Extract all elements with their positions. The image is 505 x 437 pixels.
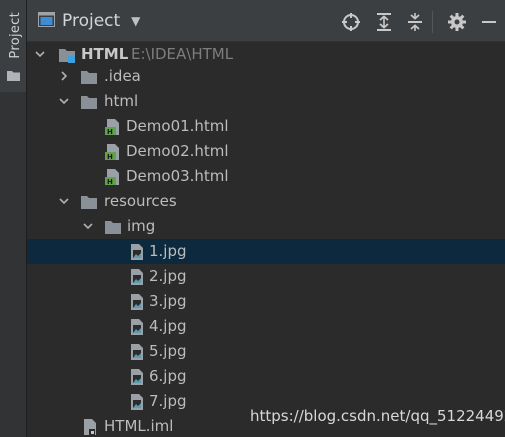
folder-icon — [104, 218, 122, 236]
project-tree: HTML E:\IDEA\HTML .idea html H Demo01.ht… — [27, 42, 505, 437]
expand-all-icon[interactable] — [373, 11, 395, 33]
tree-item-label: HTML.iml — [104, 417, 174, 435]
tree-item-img3[interactable]: 3.jpg — [27, 289, 505, 314]
tree-item-label: .idea — [104, 67, 141, 85]
tree-item-demo02[interactable]: H Demo02.html — [27, 139, 505, 164]
tree-item-html-folder[interactable]: html — [27, 89, 505, 114]
image-file-icon — [128, 343, 146, 361]
html-file-icon: H — [104, 118, 122, 136]
svg-text:H: H — [107, 128, 113, 136]
project-view-title: Project — [62, 11, 121, 31]
project-tool-window: Project Project ▼ HTML E:\IDEA\HTML .ide… — [0, 0, 505, 437]
tree-item-label: HTML — [81, 45, 129, 63]
tree-item-label: Demo02.html — [126, 142, 229, 160]
tree-item-img5[interactable]: 5.jpg — [27, 339, 505, 364]
collapse-all-icon[interactable] — [404, 11, 426, 33]
project-stripe-button[interactable]: Project — [0, 0, 27, 92]
tree-item-img6[interactable]: 6.jpg — [27, 364, 505, 389]
html-file-icon: H — [104, 143, 122, 161]
chevron-down-icon[interactable] — [81, 219, 95, 233]
tree-item-img2[interactable]: 2.jpg — [27, 264, 505, 289]
chevron-down-icon: ▼ — [131, 14, 141, 28]
tree-item-img4[interactable]: 4.jpg — [27, 314, 505, 339]
image-file-icon — [128, 293, 146, 311]
tree-item-label: 1.jpg — [149, 242, 187, 260]
toolbar-separator — [432, 11, 433, 33]
watermark-text: https://blog.csdn.net/qq_51224492 — [250, 407, 505, 425]
module-folder-icon — [58, 46, 76, 64]
project-stripe-label: Project — [8, 12, 23, 59]
tree-item-label: Demo01.html — [126, 117, 229, 135]
project-window-icon — [38, 11, 55, 31]
tree-item-label: 6.jpg — [149, 367, 187, 385]
image-file-icon — [128, 368, 146, 386]
image-file-icon — [128, 318, 146, 336]
iml-file-icon — [81, 418, 99, 436]
tree-item-label: 3.jpg — [149, 292, 187, 310]
html-file-icon: H — [104, 168, 122, 186]
folder-icon — [7, 66, 20, 85]
tree-item-path: E:\IDEA\HTML — [131, 45, 234, 63]
chevron-down-icon[interactable] — [57, 194, 71, 208]
tree-item-label: resources — [104, 192, 177, 210]
tree-item-label: Demo03.html — [126, 167, 229, 185]
tree-item-label: 4.jpg — [149, 317, 187, 335]
tree-item-label: 7.jpg — [149, 392, 187, 410]
tree-item-label: img — [127, 217, 156, 235]
tree-item-idea[interactable]: .idea — [27, 64, 505, 89]
image-file-icon — [128, 393, 146, 411]
tree-item-img1[interactable]: 1.jpg — [27, 239, 505, 264]
tree-item-label: 5.jpg — [149, 342, 187, 360]
tree-item-img-folder[interactable]: img — [27, 214, 505, 239]
folder-icon — [80, 68, 98, 86]
project-toolbar: Project ▼ — [27, 0, 505, 42]
tree-item-demo03[interactable]: H Demo03.html — [27, 164, 505, 189]
settings-gear-icon[interactable] — [446, 11, 468, 33]
locate-icon[interactable] — [340, 11, 362, 33]
svg-text:H: H — [107, 153, 113, 161]
chevron-down-icon[interactable] — [33, 47, 47, 61]
tree-item-label: html — [104, 92, 139, 110]
left-tool-stripe: Project — [0, 0, 27, 437]
tree-item-label: 2.jpg — [149, 267, 187, 285]
folder-icon — [80, 93, 98, 111]
image-file-icon — [128, 243, 146, 261]
folder-icon — [80, 193, 98, 211]
chevron-down-icon[interactable] — [57, 94, 71, 108]
chevron-right-icon[interactable] — [57, 69, 71, 83]
image-file-icon — [128, 268, 146, 286]
project-view-selector[interactable]: Project ▼ — [38, 10, 140, 32]
tree-item-demo01[interactable]: H Demo01.html — [27, 114, 505, 139]
svg-text:H: H — [107, 178, 113, 186]
tree-item-resources[interactable]: resources — [27, 189, 505, 214]
minimize-icon[interactable] — [478, 11, 500, 33]
